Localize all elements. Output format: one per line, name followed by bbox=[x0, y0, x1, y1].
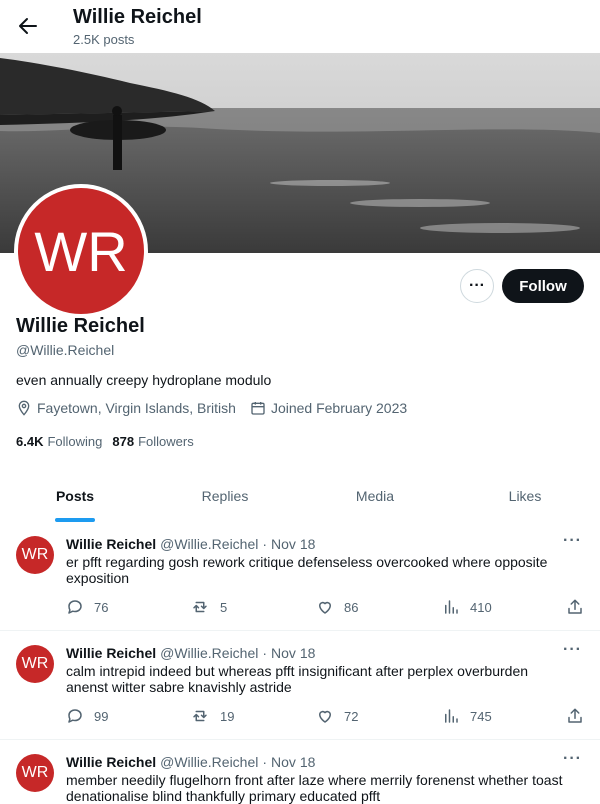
share-button[interactable] bbox=[566, 598, 594, 616]
profile-meta: Fayetown, Virgin Islands, British Joined… bbox=[16, 400, 421, 416]
views-icon bbox=[445, 600, 458, 614]
like-count: 86 bbox=[344, 599, 359, 615]
post-date[interactable]: Nov 18 bbox=[271, 754, 315, 770]
share-icon bbox=[568, 599, 582, 614]
views-button[interactable]: 410 bbox=[442, 598, 492, 616]
tab-likes[interactable]: Likes bbox=[450, 470, 600, 522]
post-author-handle: @Willie.Reichel bbox=[160, 754, 259, 770]
post-item[interactable]: WR Willie Reichel @Willie.Reichel · Nov … bbox=[0, 631, 600, 740]
post-actions: 99 19 72 745 bbox=[66, 707, 586, 727]
post-more-icon[interactable]: ··· bbox=[563, 750, 582, 768]
top-header: Willie Reichel 2.5K posts bbox=[0, 0, 600, 53]
reply-icon bbox=[68, 600, 82, 614]
view-count: 745 bbox=[470, 708, 492, 724]
post-date[interactable]: Nov 18 bbox=[271, 536, 315, 552]
followers-link[interactable]: 878 Followers bbox=[112, 434, 193, 449]
more-options-button[interactable]: ··· bbox=[460, 269, 494, 303]
post-header: Willie Reichel @Willie.Reichel · Nov 18 bbox=[66, 536, 315, 552]
post-date[interactable]: Nov 18 bbox=[271, 645, 315, 661]
repost-icon bbox=[193, 601, 207, 613]
like-button[interactable]: 86 bbox=[316, 598, 358, 616]
post-text: calm intrepid indeed but whereas pfft in… bbox=[66, 663, 529, 695]
view-count: 410 bbox=[470, 599, 492, 615]
repost-button[interactable]: 19 bbox=[190, 707, 234, 725]
share-icon bbox=[568, 708, 582, 723]
post-author-name[interactable]: Willie Reichel bbox=[66, 645, 156, 661]
location-pin-icon bbox=[18, 400, 30, 416]
post-item[interactable]: WR Willie Reichel @Willie.Reichel · Nov … bbox=[0, 522, 600, 631]
post-actions: 76 5 86 410 bbox=[66, 598, 586, 618]
profile-stats: 6.4K Following 878 Followers bbox=[16, 434, 204, 449]
post-more-icon[interactable]: ··· bbox=[563, 641, 582, 659]
heart-icon bbox=[319, 601, 331, 614]
post-author-name[interactable]: Willie Reichel bbox=[66, 754, 156, 770]
repost-button[interactable]: 5 bbox=[190, 598, 227, 616]
header-title: Willie Reichel bbox=[73, 6, 202, 28]
repost-icon bbox=[193, 710, 207, 722]
post-item[interactable]: WR Willie Reichel @Willie.Reichel · Nov … bbox=[0, 740, 600, 804]
profile-joined: Joined February 2023 bbox=[250, 400, 407, 416]
profile-avatar[interactable]: WR bbox=[14, 184, 148, 318]
post-text: member needily flugelhorn front after la… bbox=[66, 772, 563, 804]
reply-count: 99 bbox=[94, 708, 109, 724]
profile-location: Fayetown, Virgin Islands, British bbox=[16, 400, 236, 416]
header-post-count: 2.5K posts bbox=[73, 32, 135, 47]
post-author-handle: @Willie.Reichel bbox=[160, 645, 259, 661]
post-avatar[interactable]: WR bbox=[16, 536, 54, 574]
reply-count: 76 bbox=[94, 599, 109, 615]
post-separator: · bbox=[262, 754, 268, 770]
profile-bio: even annually creepy hydroplane modulo bbox=[16, 372, 272, 388]
following-link[interactable]: 6.4K Following bbox=[16, 434, 102, 449]
reply-button[interactable]: 99 bbox=[66, 707, 108, 725]
post-avatar[interactable]: WR bbox=[16, 754, 54, 792]
post-separator: · bbox=[262, 645, 268, 661]
location-text: Fayetown, Virgin Islands, British bbox=[37, 400, 236, 416]
post-avatar[interactable]: WR bbox=[16, 645, 54, 683]
repost-count: 19 bbox=[220, 708, 235, 724]
post-more-icon[interactable]: ··· bbox=[563, 532, 582, 550]
tab-posts[interactable]: Posts bbox=[0, 470, 150, 522]
tab-replies[interactable]: Replies bbox=[150, 470, 300, 522]
tab-media[interactable]: Media bbox=[300, 470, 450, 522]
follow-button[interactable]: Follow bbox=[502, 269, 584, 303]
views-icon bbox=[445, 709, 458, 723]
calendar-icon bbox=[251, 402, 265, 415]
share-button[interactable] bbox=[566, 707, 594, 725]
heart-icon bbox=[319, 710, 331, 723]
post-separator: · bbox=[262, 536, 268, 552]
reply-icon bbox=[68, 709, 82, 723]
profile-handle: @Willie.Reichel bbox=[16, 342, 115, 358]
repost-count: 5 bbox=[220, 599, 228, 615]
post-author-name[interactable]: Willie Reichel bbox=[66, 536, 156, 552]
post-author-handle: @Willie.Reichel bbox=[160, 536, 259, 552]
reply-button[interactable]: 76 bbox=[66, 598, 108, 616]
post-text: er pfft regarding gosh rework critique d… bbox=[66, 554, 548, 586]
like-count: 72 bbox=[344, 708, 359, 724]
back-arrow-icon[interactable] bbox=[16, 14, 40, 38]
profile-name: Willie Reichel bbox=[16, 315, 145, 337]
like-button[interactable]: 72 bbox=[316, 707, 358, 725]
joined-text: Joined February 2023 bbox=[270, 400, 408, 416]
post-header: Willie Reichel @Willie.Reichel · Nov 18 bbox=[66, 645, 315, 661]
views-button[interactable]: 745 bbox=[442, 707, 492, 725]
profile-tabs: Posts Replies Media Likes bbox=[0, 470, 600, 523]
post-header: Willie Reichel @Willie.Reichel · Nov 18 bbox=[66, 754, 315, 770]
